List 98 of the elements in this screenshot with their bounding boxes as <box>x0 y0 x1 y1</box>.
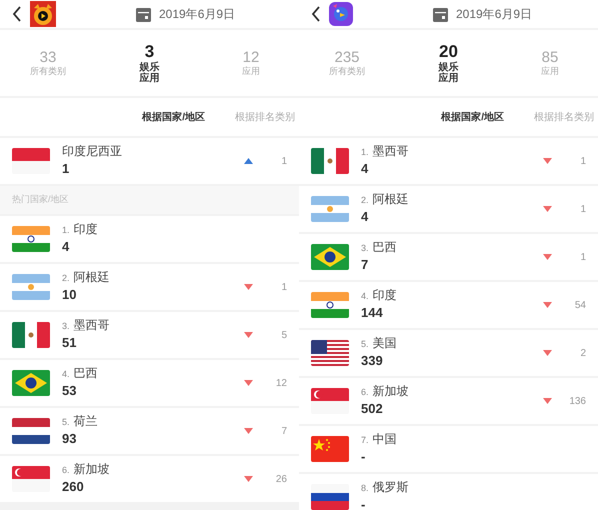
flag-icon <box>12 148 50 174</box>
rank-number: 6. <box>62 465 70 477</box>
rank-number: 2. <box>361 195 369 207</box>
flag-icon <box>311 388 349 414</box>
rank-value: 260 <box>62 479 85 496</box>
rank-change: 136 <box>569 394 586 408</box>
country-row[interactable]: 2. 阿根廷 10 1 <box>0 264 299 310</box>
flag-icon <box>12 274 50 300</box>
rank-value: 339 <box>361 353 384 370</box>
country-name: 俄罗斯 <box>372 480 409 496</box>
flag-icon <box>311 196 349 222</box>
rank-value: - <box>361 497 366 510</box>
country-row[interactable]: 4. 巴西 53 12 <box>0 360 299 406</box>
stat-tab[interactable]: 20 娱乐应用 <box>408 42 488 84</box>
country-row[interactable]: 7. 中国 - <box>299 426 598 472</box>
country-name: 墨西哥 <box>74 318 110 334</box>
rank-value: 51 <box>62 335 78 352</box>
rank-change: 7 <box>281 424 287 438</box>
rank-value: 7 <box>361 257 370 274</box>
rank-number: 3. <box>62 321 70 333</box>
rank-value: 144 <box>361 305 384 322</box>
rank-value: 53 <box>62 383 78 400</box>
rank-value: 1 <box>62 161 70 178</box>
date-label: 2019年6月9日 <box>456 6 532 23</box>
country-name: 美国 <box>372 336 397 352</box>
rank-change: 26 <box>276 472 287 486</box>
country-row[interactable]: 4. 印度 144 54 <box>299 282 598 328</box>
rank-value: 502 <box>361 401 384 418</box>
country-name: 阿根廷 <box>372 192 409 208</box>
rank-value: 10 <box>62 287 78 304</box>
calendar-icon <box>136 6 151 22</box>
rank-change: 1 <box>281 280 287 294</box>
date-label: 2019年6月9日 <box>159 6 236 23</box>
rank-number: 7. <box>361 435 369 447</box>
section-label: 热门国家/地区 <box>12 193 69 206</box>
country-name: 新加坡 <box>372 384 409 400</box>
country-name: 巴西 <box>74 366 98 382</box>
country-name: 中国 <box>372 432 397 448</box>
country-row[interactable]: 1. 印度 4 <box>0 216 299 262</box>
country-row[interactable]: 印度尼西亚 1 1 <box>0 138 299 184</box>
flag-icon <box>311 340 349 366</box>
rank-number: 1. <box>361 147 369 159</box>
country-row[interactable]: 1. 墨西哥 4 1 <box>299 138 598 184</box>
flag-icon <box>12 226 50 252</box>
country-name: 印度尼西亚 <box>62 144 122 160</box>
rank-number: 5. <box>62 417 70 429</box>
country-row[interactable]: 3. 巴西 7 1 <box>299 234 598 280</box>
country-name: 荷兰 <box>74 414 98 430</box>
rank-change: 1 <box>580 154 586 168</box>
flag-icon <box>311 436 349 462</box>
rank-number: 1. <box>62 225 70 237</box>
country-name: 印度 <box>372 288 397 304</box>
rank-number: 3. <box>361 243 369 255</box>
country-name: 阿根廷 <box>74 270 110 286</box>
country-row[interactable]: 5. 荷兰 93 7 <box>0 408 299 454</box>
tab[interactable]: 根据国家/地区 <box>441 110 504 124</box>
rank-number: 2. <box>62 273 70 285</box>
rank-number: 4. <box>62 369 70 381</box>
rank-number: 8. <box>361 483 369 495</box>
app-icon <box>30 1 56 27</box>
country-row[interactable]: 6. 新加坡 260 26 <box>0 456 299 502</box>
rank-change: 2 <box>580 346 586 360</box>
flag-icon <box>311 148 349 174</box>
rank-value: 4 <box>361 209 370 226</box>
country-row[interactable]: 5. 美国 339 2 <box>299 330 598 376</box>
calendar-icon <box>433 6 448 22</box>
country-row[interactable]: 8. 俄罗斯 - <box>299 474 598 510</box>
rank-number: 6. <box>361 387 369 399</box>
flag-icon <box>311 244 349 270</box>
rank-value: - <box>361 449 366 466</box>
rank-number: 5. <box>361 339 369 351</box>
flag-icon <box>311 484 349 510</box>
country-name: 新加坡 <box>74 462 110 478</box>
rank-change: 1 <box>281 154 287 168</box>
country-row[interactable]: 2. 阿根廷 4 1 <box>299 186 598 232</box>
rank-change: 5 <box>281 328 287 342</box>
rank-change: 54 <box>574 298 586 312</box>
flag-icon <box>12 466 50 492</box>
rank-value: 4 <box>62 239 70 256</box>
flag-icon <box>12 418 50 444</box>
rank-value: 4 <box>361 161 370 178</box>
country-row[interactable]: 3. 墨西哥 51 5 <box>0 312 299 358</box>
flag-icon <box>12 370 50 396</box>
flag-icon <box>12 322 50 348</box>
rank-number: 4. <box>361 291 369 303</box>
flag-icon <box>311 292 349 318</box>
country-name: 墨西哥 <box>372 144 409 160</box>
tab[interactable]: 根据国家/地区 <box>142 110 205 124</box>
country-name: 巴西 <box>372 240 397 256</box>
stat-tab[interactable]: 3 娱乐应用 <box>110 42 190 84</box>
country-name: 印度 <box>74 222 98 238</box>
country-row[interactable]: 6. 新加坡 502 136 <box>299 378 598 424</box>
rank-change: 1 <box>580 250 586 264</box>
rank-change: 12 <box>276 376 287 390</box>
back-icon[interactable] <box>311 6 321 22</box>
rank-value: 93 <box>62 431 78 448</box>
back-icon[interactable] <box>12 6 22 22</box>
rank-change: 1 <box>580 202 586 216</box>
